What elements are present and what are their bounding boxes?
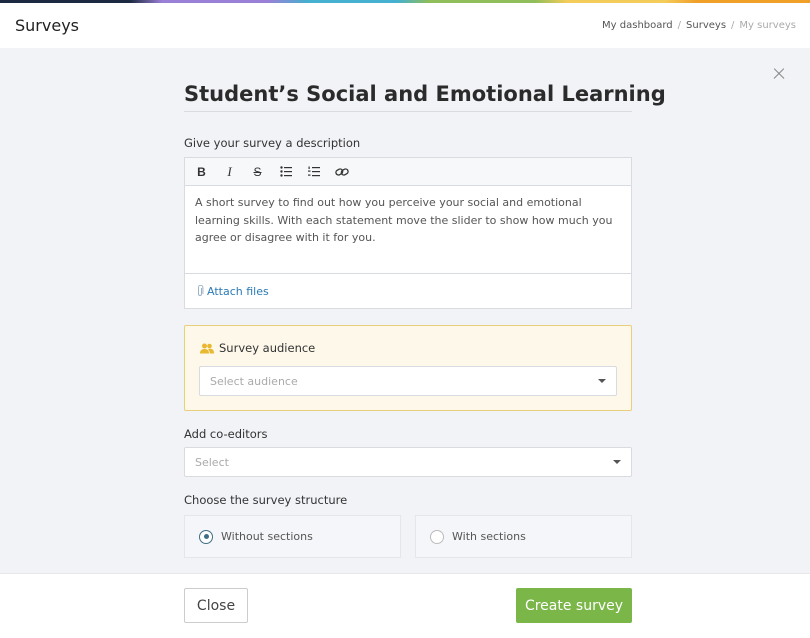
coeditors-select[interactable]: Select: [184, 447, 632, 477]
bold-button[interactable]: B: [193, 163, 210, 180]
structure-option-label: Without sections: [221, 530, 313, 543]
breadcrumb-dashboard[interactable]: My dashboard: [602, 20, 673, 31]
page-title: Surveys: [15, 16, 79, 35]
modal-footer: Close Create survey: [0, 573, 810, 638]
bold-icon: B: [197, 164, 206, 179]
close-icon[interactable]: [771, 66, 787, 82]
structure-option-label: With sections: [452, 530, 526, 543]
editor-toolbar: B I S: [185, 158, 631, 186]
link-button[interactable]: [333, 163, 350, 180]
breadcrumb-separator: /: [677, 20, 682, 31]
description-editor: B I S A short survey to find out how you…: [184, 157, 632, 309]
survey-audience-panel: Survey audience Select audience: [184, 325, 632, 411]
breadcrumb: My dashboard / Surveys / My surveys: [602, 20, 796, 31]
chevron-down-icon: [613, 460, 621, 464]
audience-select-placeholder: Select audience: [210, 374, 298, 388]
coeditors-select-placeholder: Select: [195, 455, 229, 469]
structure-option-with-sections[interactable]: With sections: [415, 515, 632, 558]
italic-icon: I: [227, 163, 232, 179]
users-icon: [200, 343, 214, 353]
attach-files-link[interactable]: Attach files: [185, 274, 631, 308]
strikethrough-button[interactable]: S: [249, 163, 266, 180]
radio-button-checked[interactable]: [199, 529, 213, 544]
strikethrough-icon: S: [253, 164, 262, 179]
numbered-list-icon: [307, 166, 320, 177]
numbered-list-button[interactable]: [305, 163, 322, 180]
radio-button[interactable]: [430, 529, 444, 544]
radio-dot: [203, 534, 209, 539]
italic-button[interactable]: I: [221, 163, 238, 180]
structure-label: Choose the survey structure: [184, 493, 348, 507]
breadcrumb-surveys[interactable]: Surveys: [686, 20, 726, 31]
survey-audience-header: Survey audience: [200, 341, 315, 355]
link-icon: [334, 167, 349, 176]
survey-audience-label: Survey audience: [219, 341, 316, 355]
breadcrumb-current: My surveys: [739, 20, 796, 31]
description-textarea[interactable]: A short survey to find out how you perce…: [185, 186, 631, 274]
attach-files-label: Attach files: [207, 284, 269, 298]
structure-option-without-sections[interactable]: Without sections: [184, 515, 401, 558]
coeditors-label: Add co-editors: [184, 427, 268, 441]
close-button[interactable]: Close: [184, 588, 248, 623]
breadcrumb-separator: /: [731, 20, 735, 31]
bullet-list-icon: [279, 166, 292, 177]
page-header: Surveys My dashboard / Surveys / My surv…: [0, 3, 810, 48]
create-survey-button[interactable]: Create survey: [516, 588, 632, 623]
bullet-list-button[interactable]: [277, 163, 294, 180]
paperclip-icon: [198, 285, 204, 296]
chevron-down-icon: [598, 379, 606, 383]
survey-title-input[interactable]: Student’s Social and Emotional Learning: [184, 82, 666, 112]
description-label: Give your survey a description: [184, 136, 361, 150]
audience-select[interactable]: Select audience: [199, 366, 617, 396]
